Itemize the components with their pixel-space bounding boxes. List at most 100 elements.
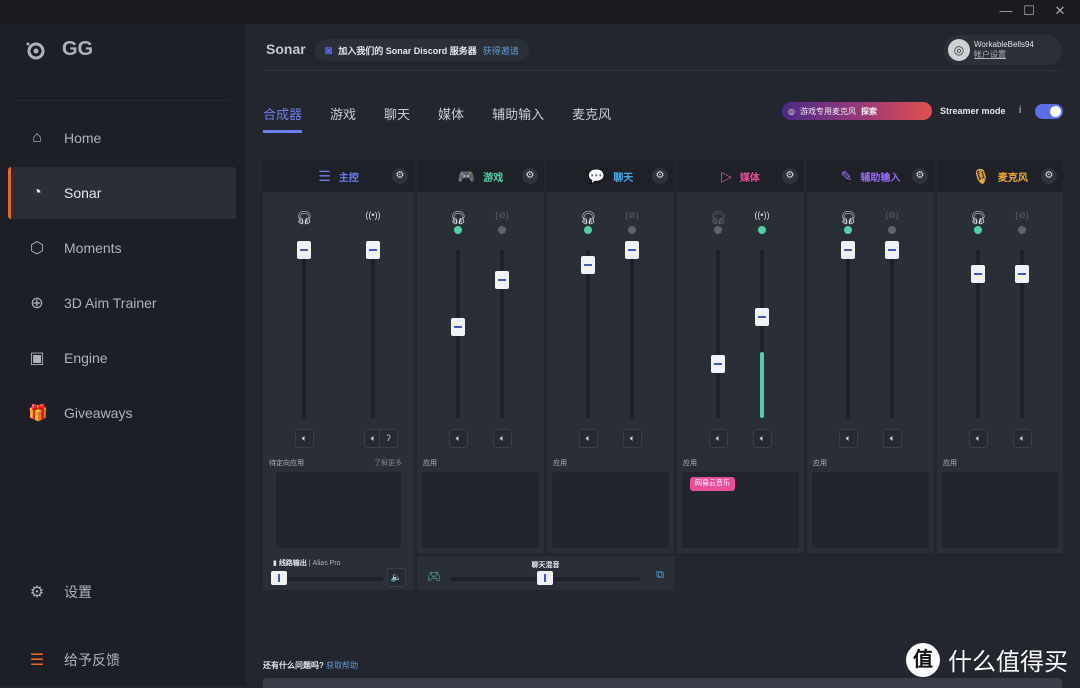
discord-banner[interactable]: ◙ 加入我们的 Sonar Discord 服务器 获得邀请 [315,39,529,61]
volume-slider[interactable] [841,241,855,418]
sidebar-item-engine[interactable]: ▣ Engine [8,332,236,384]
channel-settings-gear-icon[interactable]: ⚙ [912,168,928,184]
apps-label: 应用 [683,460,697,467]
status-dot [1018,226,1026,234]
sidebar-item-feedback[interactable]: ☰ 给予反馈 [8,634,236,686]
slider-handle[interactable] [625,241,639,259]
maximize-button[interactable]: ☐ [1019,3,1039,19]
mute-button[interactable]: 🔈︎ [883,429,902,448]
close-button[interactable]: ✕ [1050,3,1070,19]
volume-slider[interactable] [495,250,509,418]
slider-handle[interactable] [971,264,985,283]
sidebar-item-3d-aim-trainer[interactable]: ⊕ 3D Aim Trainer [8,277,236,329]
app-list [812,472,929,548]
slider-handle[interactable] [755,308,769,327]
tab-5[interactable]: 麦克风 [572,104,611,133]
slider-handle[interactable] [270,571,287,585]
slider-handle[interactable] [885,241,899,259]
slider-handle[interactable] [451,318,465,337]
slider-handle[interactable] [297,241,311,259]
chat-mix-slider[interactable] [450,571,640,585]
headphone-icon: 🎧︎ [295,210,313,225]
sidebar-item-label: Giveaways [64,405,133,421]
discord-invite-link[interactable]: 获得邀请 [483,44,519,57]
user-account[interactable]: ◎ WorkableBells94 帐户设置 [944,35,1062,65]
mute-button[interactable]: 🔈︎ [839,429,858,448]
channel-body: 🎧︎ 🔈︎ (⊘) 🔈︎ 应用 [417,192,544,553]
volume-slider[interactable] [297,241,311,418]
mute-button[interactable]: 🔈︎ [295,429,314,448]
apps-label: 应用 [423,460,437,467]
mute-button[interactable]: 🔈︎ [579,429,598,448]
tab-3[interactable]: 媒体 [438,104,464,133]
channel-settings-gear-icon[interactable]: ⚙ [782,168,798,184]
status-dot [974,226,982,234]
volume-slider[interactable] [711,250,725,418]
sidebar-item-label: Engine [64,350,108,366]
channel-0: ☰ 主控 ⚙ 🎧︎ 🔈︎ ((•)) 🔈︎ ʔ 待定向应用 了解更多 [263,160,414,553]
volume-slider[interactable] [451,250,465,418]
tab-4[interactable]: 辅助输入 [492,104,544,133]
tab-0[interactable]: 合成器 [263,104,303,133]
chat-mix-label: 聊天混音 [531,562,560,569]
slider-handle[interactable] [711,355,725,374]
broadcast-muted-icon: (⊘) [495,210,509,220]
channel-4: ✎ 辅助输入 ⚙ 🎧︎ 🔈︎ (⊘) 🔈︎ 应用 [807,160,934,553]
promo-banner[interactable]: ◎ 游戏专用麦克风 探索 [782,102,932,120]
volume-slider[interactable] [581,250,595,418]
volume-slider[interactable] [366,241,380,418]
mute-button[interactable]: 🔈︎ [969,429,988,448]
gift-icon: 🎁 [28,405,48,422]
app-chip[interactable]: 网易云音乐 [690,477,735,491]
mute-button[interactable]: 🔈︎ [623,429,642,448]
sidebar-item-settings[interactable]: ⚙ 设置 [8,566,236,618]
channel-settings-gear-icon[interactable]: ⚙ [652,168,668,184]
streamer-mode-toggle[interactable] [1035,104,1063,119]
channel-settings-gear-icon[interactable]: ⚙ [392,168,408,184]
slider-handle[interactable] [581,256,595,275]
channel-header: 🎮 游戏 ⚙ [417,160,544,192]
channel-body: 🎧︎ 🔈︎ (⊘) 🔈︎ 应用 [547,192,674,553]
headphone-icon: 🎧︎ [839,210,857,225]
tab-bar: 合成器 游戏 聊天 媒体 辅助输入 麦克风 [263,104,611,133]
channel-name: 媒体 [739,172,760,184]
sidebar-item-giveaways[interactable]: 🎁 Giveaways [8,387,236,439]
mute-button[interactable]: 🔈︎ [709,429,728,448]
sidebar-item-sonar[interactable]: ◔ Sonar [8,167,236,219]
slider-handle[interactable] [1015,264,1029,283]
status-dot [714,226,722,234]
volume-slider[interactable] [971,250,985,418]
channel-header: 💬 聊天 ⚙ [547,160,674,192]
account-settings-link[interactable]: 帐户设置 [974,49,1034,60]
volume-slider[interactable] [885,241,899,418]
get-help-link[interactable]: 获取帮助 [326,661,358,670]
volume-slider[interactable] [755,250,769,418]
info-icon[interactable]: i [1019,105,1021,116]
sidebar-item-home[interactable]: ⌂ Home [8,112,236,164]
listen-ear-button[interactable]: ʔ [379,429,398,448]
line-output-slider[interactable] [270,571,383,585]
mute-button[interactable]: 🔈︎ [1013,429,1032,448]
app-list [552,472,669,548]
minimize-button[interactable]: — [996,3,1016,18]
mute-button[interactable]: 🔈︎ [753,429,772,448]
volume-slider[interactable] [1015,250,1029,418]
main-content: Sonar ◙ 加入我们的 Sonar Discord 服务器 获得邀请 ◎ W… [245,24,1080,688]
channel-settings-gear-icon[interactable]: ⚙ [522,168,538,184]
slider-handle[interactable] [841,241,855,259]
slider-handle[interactable] [537,571,553,585]
tab-1[interactable]: 游戏 [330,104,356,133]
slider-handle[interactable] [495,271,509,290]
sidebar-item-moments[interactable]: ⬡ Moments [8,222,236,274]
volume-slider[interactable] [625,241,639,418]
status-dot [844,226,852,234]
line-output-mute-button[interactable]: 🔈 [387,568,406,587]
channel-settings-gear-icon[interactable]: ⚙ [1041,168,1057,184]
mute-button[interactable]: 🔈︎ [449,429,468,448]
sonar-icon: ◔ [32,184,42,201]
learn-more-link[interactable]: 了解更多 [374,458,402,468]
mute-button[interactable]: 🔈︎ [493,429,512,448]
promo-link[interactable]: 探索 [861,106,877,117]
tab-2[interactable]: 聊天 [384,104,410,133]
slider-handle[interactable] [366,241,380,259]
